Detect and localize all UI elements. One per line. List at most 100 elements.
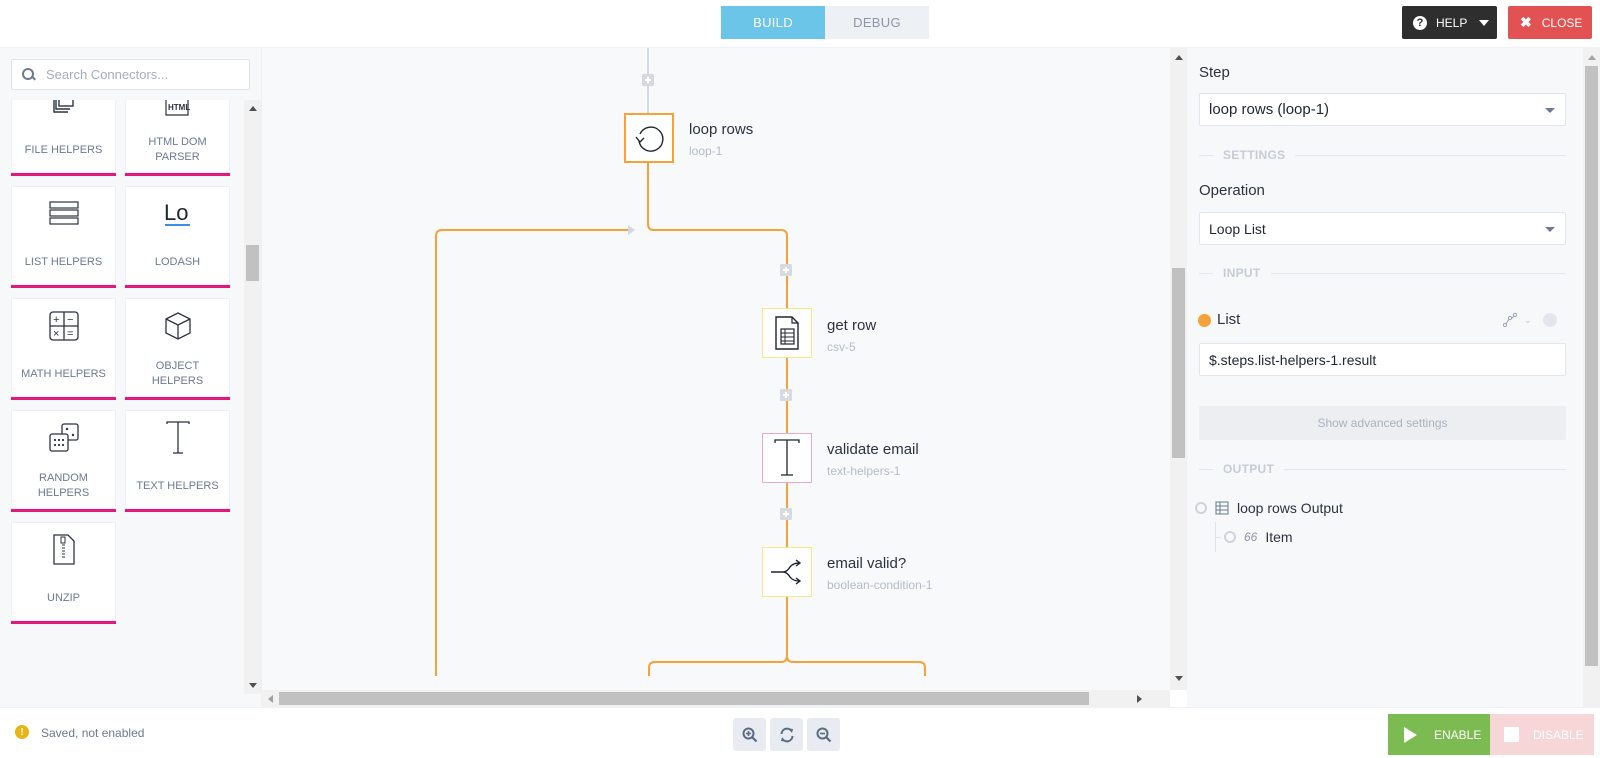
scroll-down-arrow-icon[interactable]	[1175, 676, 1183, 681]
radio-icon[interactable]	[1224, 531, 1236, 543]
branch-line-left	[648, 596, 788, 676]
scroll-thumb[interactable]	[1172, 268, 1185, 458]
text-icon	[774, 439, 800, 476]
step-node-get-row[interactable]	[762, 308, 812, 358]
csv-file-icon	[775, 316, 799, 350]
step-id: boolean-condition-1	[827, 578, 933, 592]
input-section-header: INPUT	[1199, 266, 1566, 280]
step-node-email-valid[interactable]	[762, 547, 812, 597]
zip-file-icon	[52, 522, 76, 578]
scroll-right-arrow-icon[interactable]	[1137, 695, 1142, 703]
dropdown-arrow-icon	[1545, 108, 1555, 113]
mapping-icon[interactable]	[1502, 312, 1518, 328]
panel-scrollbar[interactable]	[1583, 48, 1600, 710]
tab-debug[interactable]: DEBUG	[825, 6, 929, 39]
connector-math-helpers[interactable]: + − × = MATH HELPERS	[11, 298, 116, 400]
close-icon: ✖	[1520, 14, 1532, 30]
scroll-up-arrow-icon[interactable]	[249, 106, 257, 111]
sidebar-scrollbar[interactable]	[244, 100, 261, 694]
step-id: loop-1	[689, 144, 723, 158]
connector-label: FILE HELPERS	[24, 143, 103, 156]
connector-html-dom-parser[interactable]: HTML HTML DOM PARSER	[125, 100, 230, 176]
zoom-in-button[interactable]	[733, 718, 766, 751]
list-icon	[48, 186, 79, 242]
disable-button[interactable]: DISABLE	[1490, 714, 1594, 755]
bottom-bar: ! Saved, not enabled ENABLE DISABLE	[0, 707, 1600, 758]
canvas-horizontal-scrollbar[interactable]	[262, 690, 1170, 707]
question-icon: ?	[1413, 15, 1427, 30]
scroll-left-arrow-icon[interactable]	[268, 695, 273, 703]
add-step-button[interactable]	[780, 389, 792, 401]
connector-list-helpers[interactable]: LIST HELPERS	[11, 186, 116, 288]
connector-label: RANDOM HELPERS	[37, 472, 90, 499]
operation-select[interactable]: Loop List	[1199, 212, 1566, 245]
canvas-vertical-scrollbar[interactable]	[1170, 48, 1187, 690]
step-node-loop-rows[interactable]	[624, 113, 674, 163]
connector-lodash[interactable]: Lo LODASH	[125, 186, 230, 288]
html-icon: HTML	[163, 100, 193, 130]
connector-file-helpers[interactable]: FILE HELPERS	[11, 100, 116, 176]
step-id: text-helpers-1	[827, 464, 901, 478]
scroll-up-arrow-icon[interactable]	[1175, 55, 1183, 60]
connector-text-helpers[interactable]: TEXT HELPERS	[125, 410, 230, 512]
chevron-down-icon[interactable]: ⌄	[1524, 315, 1532, 326]
step-title: email valid?	[827, 555, 907, 572]
scroll-thumb[interactable]	[246, 245, 259, 281]
connector-label: LIST HELPERS	[24, 255, 103, 268]
zoom-in-icon	[742, 727, 757, 742]
dice-icon	[48, 410, 80, 466]
loop-icon	[635, 126, 664, 152]
step-select-value: loop rows (loop-1)	[1209, 101, 1330, 118]
info-icon[interactable]	[1543, 313, 1557, 327]
quote-icon: 66	[1244, 530, 1258, 544]
enable-button[interactable]: ENABLE	[1388, 714, 1490, 755]
close-label: CLOSE	[1541, 15, 1583, 30]
svg-text:HTML: HTML	[168, 103, 190, 112]
step-select[interactable]: loop rows (loop-1)	[1199, 93, 1566, 126]
svg-text:−: −	[67, 314, 73, 326]
status-text: Saved, not enabled	[41, 726, 145, 740]
settings-section-header: SETTINGS	[1199, 148, 1566, 162]
workflow-canvas[interactable]: loop rows loop-1 get row csv-5 validate …	[262, 48, 1170, 690]
top-bar: BUILD DEBUG ? HELP ✖ CLOSE	[0, 0, 1600, 48]
search-connectors[interactable]	[11, 59, 250, 90]
svg-text:=: =	[67, 328, 73, 340]
output-item-row[interactable]: 66 Item	[1224, 529, 1293, 545]
step-title: validate email	[827, 441, 919, 458]
mode-tabs: BUILD DEBUG	[721, 6, 929, 39]
scroll-up-arrow-icon[interactable]	[1588, 55, 1596, 60]
output-section-header: OUTPUT	[1199, 462, 1566, 476]
step-node-validate-email[interactable]	[762, 433, 812, 483]
zoom-out-button[interactable]	[807, 718, 840, 751]
add-step-button[interactable]	[642, 74, 654, 86]
reset-zoom-button[interactable]	[770, 718, 803, 751]
loop-arrow-icon	[628, 225, 635, 235]
warning-icon: !	[15, 725, 29, 739]
dropdown-arrow-icon	[1545, 227, 1555, 232]
add-step-button[interactable]	[780, 264, 792, 276]
close-button[interactable]: ✖ CLOSE	[1508, 6, 1592, 39]
tree-line	[1215, 537, 1221, 538]
list-input[interactable]	[1199, 343, 1566, 376]
scroll-thumb[interactable]	[279, 692, 1089, 705]
connector-object-helpers[interactable]: OBJECT HELPERS	[125, 298, 230, 400]
radio-icon[interactable]	[1195, 502, 1207, 514]
play-icon	[1404, 726, 1417, 743]
add-step-button[interactable]	[780, 508, 792, 520]
scroll-down-arrow-icon[interactable]	[249, 683, 257, 688]
disable-label: DISABLE	[1533, 727, 1584, 742]
show-advanced-settings-button[interactable]: Show advanced settings	[1199, 406, 1566, 440]
files-icon	[50, 100, 78, 130]
svg-text:×: ×	[53, 328, 59, 340]
help-button[interactable]: ? HELP	[1402, 6, 1497, 39]
output-root-row[interactable]: loop rows Output	[1195, 500, 1343, 516]
search-input[interactable]	[46, 67, 236, 82]
connector-sidebar: FILE HELPERS HTML HTML DOM PARSER LIST H…	[0, 48, 262, 710]
output-root-label: loop rows Output	[1237, 500, 1343, 516]
connector-random-helpers[interactable]: RANDOM HELPERS	[11, 410, 116, 512]
connector-unzip[interactable]: UNZIP	[11, 522, 116, 624]
tab-build[interactable]: BUILD	[721, 6, 825, 39]
branch-line-right	[786, 655, 926, 676]
connector-list: FILE HELPERS HTML HTML DOM PARSER LIST H…	[0, 100, 244, 690]
scroll-thumb[interactable]	[1585, 66, 1598, 666]
